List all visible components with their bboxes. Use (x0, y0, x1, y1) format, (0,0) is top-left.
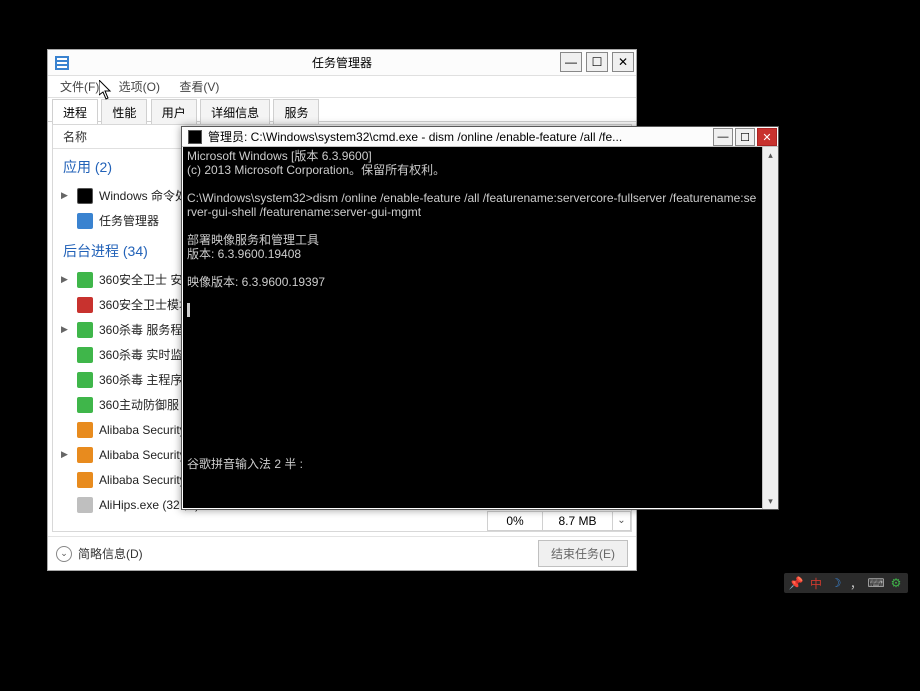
expand-icon[interactable]: ▶ (61, 449, 73, 460)
process-icon (77, 297, 93, 313)
scroll-track[interactable] (763, 163, 778, 493)
cmd-close-button[interactable]: ✕ (757, 128, 777, 146)
process-name: 360安全卫士模块 (99, 296, 191, 313)
scroll-up-arrow-icon[interactable]: ▴ (763, 147, 778, 163)
cmd-maximize-button[interactable]: ☐ (735, 128, 755, 146)
fewer-details-button[interactable]: ⌄ 简略信息(D) (56, 545, 143, 562)
process-name: Windows 命令处 (99, 187, 187, 204)
process-name: Alibaba Security (99, 448, 186, 462)
process-icon (77, 497, 93, 513)
process-name: 任务管理器 (99, 212, 159, 229)
process-icon (77, 472, 93, 488)
process-icon (77, 272, 93, 288)
process-icon (77, 447, 93, 463)
tray-lang-zh-icon[interactable]: 中 (808, 575, 824, 591)
process-icon (77, 422, 93, 438)
end-task-button[interactable]: 结束任务(E) (538, 540, 628, 567)
minimize-button[interactable]: — (560, 52, 582, 72)
close-button[interactable]: ✕ (612, 52, 634, 72)
process-icon (77, 188, 93, 204)
scroll-down-arrow-icon[interactable]: ▾ (763, 493, 778, 509)
tray-moon-icon[interactable]: ☽ (828, 575, 844, 591)
task-manager-footer: ⌄ 简略信息(D) 结束任务(E) (48, 536, 636, 570)
process-icon (77, 347, 93, 363)
cmd-minimize-button[interactable]: — (713, 128, 733, 146)
system-tray: 📌 中 ☽ ， ⌨ ⚙ (784, 573, 908, 593)
chevron-down-circle-icon: ⌄ (56, 546, 72, 562)
process-icon (77, 397, 93, 413)
menubar: 文件(F) 选项(O) 查看(V) (48, 76, 636, 98)
tray-ime-icon[interactable]: 📌 (788, 575, 804, 591)
process-icon (77, 322, 93, 338)
tab-processes[interactable]: 进程 (52, 99, 98, 125)
process-name: 360杀毒 实时监 (99, 346, 182, 363)
cpu-cell: 0% (487, 511, 543, 531)
tab-performance[interactable]: 性能 (101, 99, 147, 125)
cmd-cursor (187, 303, 190, 317)
cmd-scrollbar[interactable]: ▴ ▾ (762, 147, 778, 509)
fewer-details-label: 简略信息(D) (78, 545, 143, 562)
cmd-window: 管理员: C:\Windows\system32\cmd.exe - dism … (181, 126, 779, 510)
mem-cell: 8.7 MB (543, 511, 613, 531)
process-icon (77, 372, 93, 388)
cmd-icon (188, 130, 202, 144)
tab-strip: 进程 性能 用户 详细信息 服务 (48, 98, 636, 122)
tab-users[interactable]: 用户 (151, 99, 197, 125)
tray-keyboard-icon[interactable]: ⌨ (868, 575, 884, 591)
metrics-dropdown-icon[interactable]: ⌄ (613, 511, 631, 531)
process-icon (77, 213, 93, 229)
menu-options[interactable]: 选项(O) (111, 76, 168, 98)
process-name: 360主动防御服 (99, 396, 179, 413)
cmd-output[interactable]: Microsoft Windows [版本 6.3.9600] (c) 2013… (183, 147, 762, 508)
task-manager-title: 任务管理器 (48, 50, 636, 76)
process-name: 360杀毒 主程序 (99, 371, 182, 388)
process-name: Alibaba Security (99, 423, 186, 437)
task-manager-icon (54, 55, 70, 71)
process-name: Alibaba Security (99, 473, 186, 487)
expand-icon[interactable]: ▶ (61, 274, 73, 285)
cmd-titlebar[interactable]: 管理员: C:\Windows\system32\cmd.exe - dism … (182, 127, 778, 147)
cmd-title: 管理员: C:\Windows\system32\cmd.exe - dism … (208, 128, 712, 145)
menu-file[interactable]: 文件(F) (52, 76, 107, 98)
process-name: 360杀毒 服务程 (99, 321, 182, 338)
expand-icon[interactable]: ▶ (61, 190, 73, 201)
task-manager-titlebar[interactable]: 任务管理器 — ☐ ✕ (48, 50, 636, 76)
tab-services[interactable]: 服务 (273, 99, 319, 125)
tab-details[interactable]: 详细信息 (200, 99, 270, 125)
metrics-row: 0% 8.7 MB ⌄ (487, 511, 631, 531)
menu-view[interactable]: 查看(V) (171, 76, 227, 98)
expand-icon[interactable]: ▶ (61, 324, 73, 335)
maximize-button[interactable]: ☐ (586, 52, 608, 72)
tray-punct-icon[interactable]: ， (848, 575, 864, 591)
tray-settings-icon[interactable]: ⚙ (888, 575, 904, 591)
